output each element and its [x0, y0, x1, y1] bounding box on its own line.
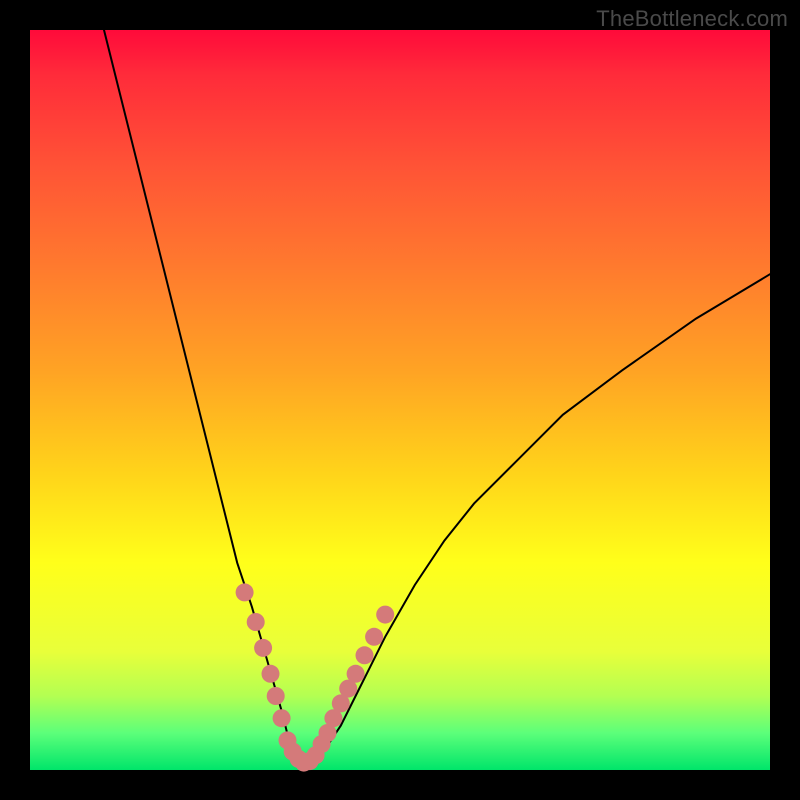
highlight-dot [267, 687, 285, 705]
marker-group [236, 583, 395, 771]
highlight-dot [247, 613, 265, 631]
highlight-dot [262, 665, 280, 683]
highlight-dot [254, 639, 272, 657]
curve-group [104, 30, 770, 763]
highlight-dot [236, 583, 254, 601]
plot-area [30, 30, 770, 770]
watermark-text: TheBottleneck.com [596, 6, 788, 32]
highlight-dot [376, 606, 394, 624]
highlight-dot [365, 628, 383, 646]
curve-svg [30, 30, 770, 770]
bottleneck-curve [104, 30, 770, 763]
chart-frame: TheBottleneck.com [0, 0, 800, 800]
highlight-dot [356, 646, 374, 664]
highlight-dot [347, 665, 365, 683]
highlight-dot [273, 709, 291, 727]
